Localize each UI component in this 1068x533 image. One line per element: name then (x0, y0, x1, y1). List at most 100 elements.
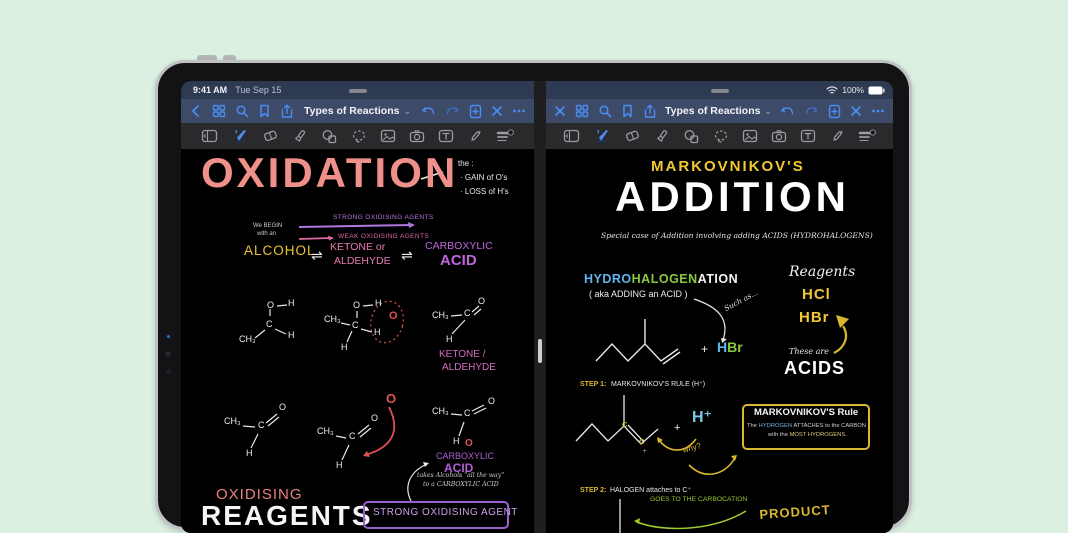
canvas-text: C (349, 432, 356, 441)
canvas-text: O (279, 403, 286, 412)
camera-indicator-dot (167, 335, 170, 338)
shapes-icon[interactable] (683, 129, 700, 144)
pen-icon[interactable] (593, 128, 611, 145)
battery-icon (868, 86, 885, 95)
canvas-text: HCl (802, 287, 831, 303)
split-view-divider-handle[interactable] (538, 339, 542, 363)
canvas-text: MARKOVNIKOV'S RULE (H⁺) (611, 381, 705, 388)
thumbnails-grid-icon[interactable] (212, 104, 226, 118)
canvas-text: O (389, 311, 398, 323)
bookmark-icon[interactable] (258, 104, 271, 118)
lasso-icon[interactable] (713, 129, 729, 144)
right-split-window: 100% Types of Reactions ⌄ (546, 81, 893, 533)
canvas-text: HBr (717, 340, 743, 355)
canvas-text: C (258, 421, 265, 430)
status-date: Tue Sep 15 (235, 85, 281, 95)
tool-bar (181, 123, 534, 149)
page-panel-icon[interactable] (201, 129, 218, 143)
pointer-wand-icon[interactable] (467, 129, 483, 144)
canvas-text: HALOGEN attaches to C⁺ (610, 487, 691, 494)
bookmark-icon[interactable] (621, 104, 634, 118)
redo-icon[interactable] (445, 105, 460, 118)
canvas-text: We BEGIN (253, 223, 282, 229)
chevron-down-icon: ⌄ (764, 106, 772, 117)
notebook-canvas-addition[interactable]: MARKOVNIKOV'SADDITIONSpecial case of Add… (546, 149, 893, 533)
shapes-icon[interactable] (321, 129, 338, 144)
canvas-text: CH₃ (224, 417, 241, 426)
canvas-text: O (465, 439, 473, 450)
add-page-icon[interactable] (469, 104, 482, 119)
canvas-text: REAGENTS (201, 501, 373, 530)
eraser-icon[interactable] (624, 129, 641, 143)
highlighter-icon[interactable] (654, 129, 670, 144)
thumbnails-grid-icon[interactable] (575, 104, 589, 118)
canvas-text: H (374, 328, 381, 337)
canvas-text: STEP 2: (580, 487, 606, 494)
pen-icon[interactable] (231, 128, 249, 145)
canvas-text: takes Alcohols "all the way" (417, 473, 504, 480)
close-icon[interactable] (491, 105, 503, 117)
share-icon[interactable] (643, 104, 657, 119)
canvas-text: with the MOST HYDROGENS. (768, 432, 847, 438)
canvas-text: C (266, 320, 273, 329)
back-icon[interactable] (189, 104, 203, 118)
canvas-text: H (341, 343, 348, 352)
canvas-text: + (643, 449, 647, 455)
camera-icon[interactable] (771, 129, 787, 143)
image-icon[interactable] (742, 129, 758, 143)
canvas-text: WEAK OXIDISING AGENTS (338, 234, 429, 241)
window-grabber[interactable] (711, 89, 729, 93)
search-icon[interactable] (235, 104, 249, 118)
canvas-text: with an (257, 231, 276, 237)
canvas-text: CH₃ (432, 407, 449, 416)
canvas-text: C (622, 421, 627, 429)
stroke-style-icon[interactable] (858, 129, 876, 143)
canvas-text: O (371, 414, 378, 423)
wifi-icon (826, 86, 838, 95)
canvas-text: to a CARBOXYLIC ACID (423, 482, 499, 489)
close-icon[interactable] (850, 105, 862, 117)
left-split-window: 9:41 AM Tue Sep 15 Types of Reactions ⌄ (181, 81, 534, 533)
canvas-text: H (288, 299, 295, 308)
document-title[interactable]: Types of Reactions ⌄ (657, 105, 780, 117)
canvas-text: ALCOHOL (244, 244, 316, 258)
status-time: 9:41 AM (193, 85, 227, 95)
canvas-text: CH₃ (317, 427, 334, 436)
pointer-wand-icon[interactable] (829, 129, 845, 144)
camera-icon[interactable] (409, 129, 425, 143)
canvas-text: + (701, 343, 708, 356)
window-grabber[interactable] (349, 89, 367, 93)
stroke-style-icon[interactable] (496, 129, 514, 143)
text-box-icon[interactable] (438, 129, 454, 143)
add-page-icon[interactable] (828, 104, 841, 119)
lasso-icon[interactable] (351, 129, 367, 144)
front-camera-icon (165, 351, 171, 357)
notebook-canvas-oxidation[interactable]: OXIDATIONthe :· GAIN of O's· LOSS of H's… (181, 149, 534, 533)
canvas-text: H⁺ (692, 410, 712, 427)
canvas-text: O (488, 397, 495, 406)
text-box-icon[interactable] (800, 129, 816, 143)
canvas-text: ALDEHYDE (334, 256, 391, 267)
canvas-text: ⇌ (311, 248, 323, 263)
page-background: { "device": { "time": "9:41 AM", "date":… (0, 0, 1068, 520)
ipad-device: 9:41 AM Tue Sep 15 Types of Reactions ⌄ (155, 60, 912, 530)
page-panel-icon[interactable] (563, 129, 580, 143)
more-icon[interactable] (512, 108, 526, 114)
eraser-icon[interactable] (262, 129, 279, 143)
image-icon[interactable] (380, 129, 396, 143)
canvas-text: Reagents (789, 265, 855, 280)
document-title[interactable]: Types of Reactions ⌄ (294, 105, 421, 117)
canvas-text: O (353, 301, 360, 310)
nav-bar: Types of Reactions ⌄ (546, 99, 893, 123)
undo-icon[interactable] (780, 105, 795, 118)
highlighter-icon[interactable] (292, 129, 308, 144)
ipad-screen: 9:41 AM Tue Sep 15 Types of Reactions ⌄ (181, 81, 893, 533)
canvas-text: CH₃ (432, 311, 449, 320)
search-icon[interactable] (598, 104, 612, 118)
undo-icon[interactable] (421, 105, 436, 118)
nav-bar: Types of Reactions ⌄ (181, 99, 534, 123)
share-icon[interactable] (280, 104, 294, 119)
window-close-icon[interactable] (554, 105, 566, 117)
more-icon[interactable] (871, 108, 885, 114)
redo-icon[interactable] (804, 105, 819, 118)
